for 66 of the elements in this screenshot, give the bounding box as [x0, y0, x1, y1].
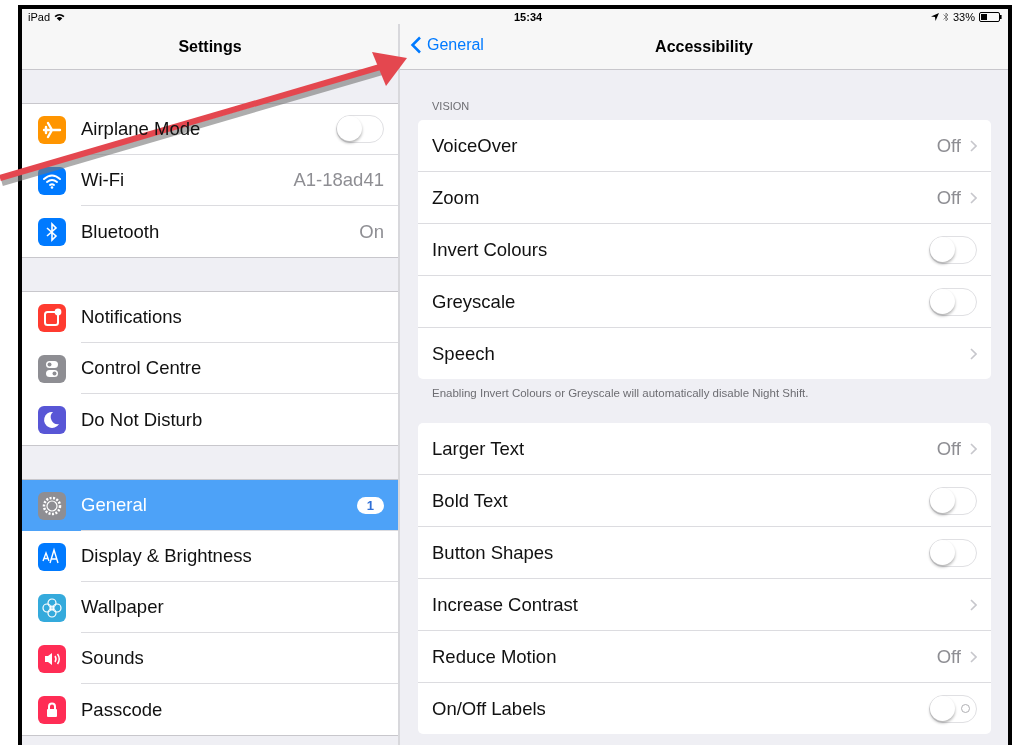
setting-label: Greyscale [432, 290, 516, 313]
setting-label: On/Off Labels [432, 697, 546, 720]
setting-label: Invert Colours [432, 238, 548, 261]
setting-label: Increase Contrast [432, 593, 578, 616]
setting-value: Off [936, 645, 961, 668]
toggle-switch[interactable] [929, 694, 977, 723]
setting-row[interactable]: Greyscale [418, 276, 991, 328]
setting-row[interactable]: Speech [418, 328, 991, 379]
toggle-switch[interactable] [929, 538, 977, 567]
setting-label: Speech [432, 342, 495, 365]
setting-label: Button Shapes [432, 541, 554, 564]
toggle-switch[interactable] [929, 287, 977, 316]
chevron-icon [970, 442, 977, 455]
settings-item-label: Do Not Disturb [81, 408, 203, 431]
settings-item-label: Bluetooth [81, 220, 160, 243]
detail-title: Accessibility [655, 37, 753, 56]
setting-label: VoiceOver [432, 134, 518, 157]
settings-item-label: General [81, 494, 147, 516]
setting-row[interactable]: Button Shapes [418, 527, 991, 579]
setting-label: Bold Text [432, 489, 508, 512]
settings-item-label: Display & Brightness [81, 545, 252, 567]
bluetooth-status-icon [942, 11, 949, 22]
setting-row[interactable]: Larger Text Off [418, 423, 991, 475]
battery-percentage: 33% [952, 10, 975, 23]
toggle-switch[interactable] [929, 486, 977, 515]
battery-icon [979, 11, 1002, 22]
section-header: VISION [431, 99, 471, 114]
settings-item-label: Wi-Fi [81, 169, 125, 191]
setting-label: Larger Text [432, 437, 525, 460]
status-time: 15:34 [514, 10, 543, 23]
back-chevron-icon [410, 36, 422, 54]
toggle-switch[interactable] [929, 235, 977, 264]
back-link[interactable]: General [410, 36, 484, 54]
settings-item[interactable]: General 1 [22, 480, 398, 531]
chevron-icon [970, 347, 977, 360]
settings-item-label: Passcode [81, 698, 163, 721]
setting-value: Off [936, 437, 961, 460]
chevron-icon [970, 139, 977, 152]
sidebar-title: Settings [178, 37, 242, 56]
setting-value: Off [936, 186, 961, 209]
settings-item-value: A1-18ad41 [293, 169, 384, 191]
chevron-icon [970, 650, 977, 663]
settings-item-label: Sounds [81, 647, 144, 669]
setting-label: Zoom [432, 186, 480, 209]
setting-row[interactable]: Zoom Off [418, 172, 991, 224]
device-name: iPad [28, 10, 51, 23]
settings-item-label: Control Centre [81, 357, 202, 379]
settings-item-label: Wallpaper [81, 596, 164, 618]
settings-item-label: Airplane Mode [81, 118, 201, 140]
setting-row[interactable]: Bold Text [418, 475, 991, 527]
section-footer-note: Enabling Invert Colours or Greyscale will automatically disable Night Shift. [431, 386, 810, 401]
setting-row[interactable]: On/Off Labels [418, 683, 991, 734]
setting-value: Off [936, 134, 961, 157]
notification-badge: 1 [356, 496, 384, 514]
setting-row[interactable]: Increase Contrast [418, 579, 991, 631]
setting-row[interactable]: Reduce Motion Off [418, 631, 991, 683]
settings-item-value: On [359, 220, 384, 243]
chevron-icon [970, 191, 977, 204]
location-arrow-icon [930, 12, 939, 21]
setting-row[interactable]: Invert Colours [418, 224, 991, 276]
settings-item-label: Notifications [81, 306, 182, 328]
setting-label: Reduce Motion [432, 645, 557, 668]
wifi-signal-icon [54, 12, 66, 21]
chevron-icon [970, 598, 977, 611]
toggle-switch[interactable] [336, 115, 384, 143]
setting-row[interactable]: VoiceOver Off [418, 120, 991, 172]
